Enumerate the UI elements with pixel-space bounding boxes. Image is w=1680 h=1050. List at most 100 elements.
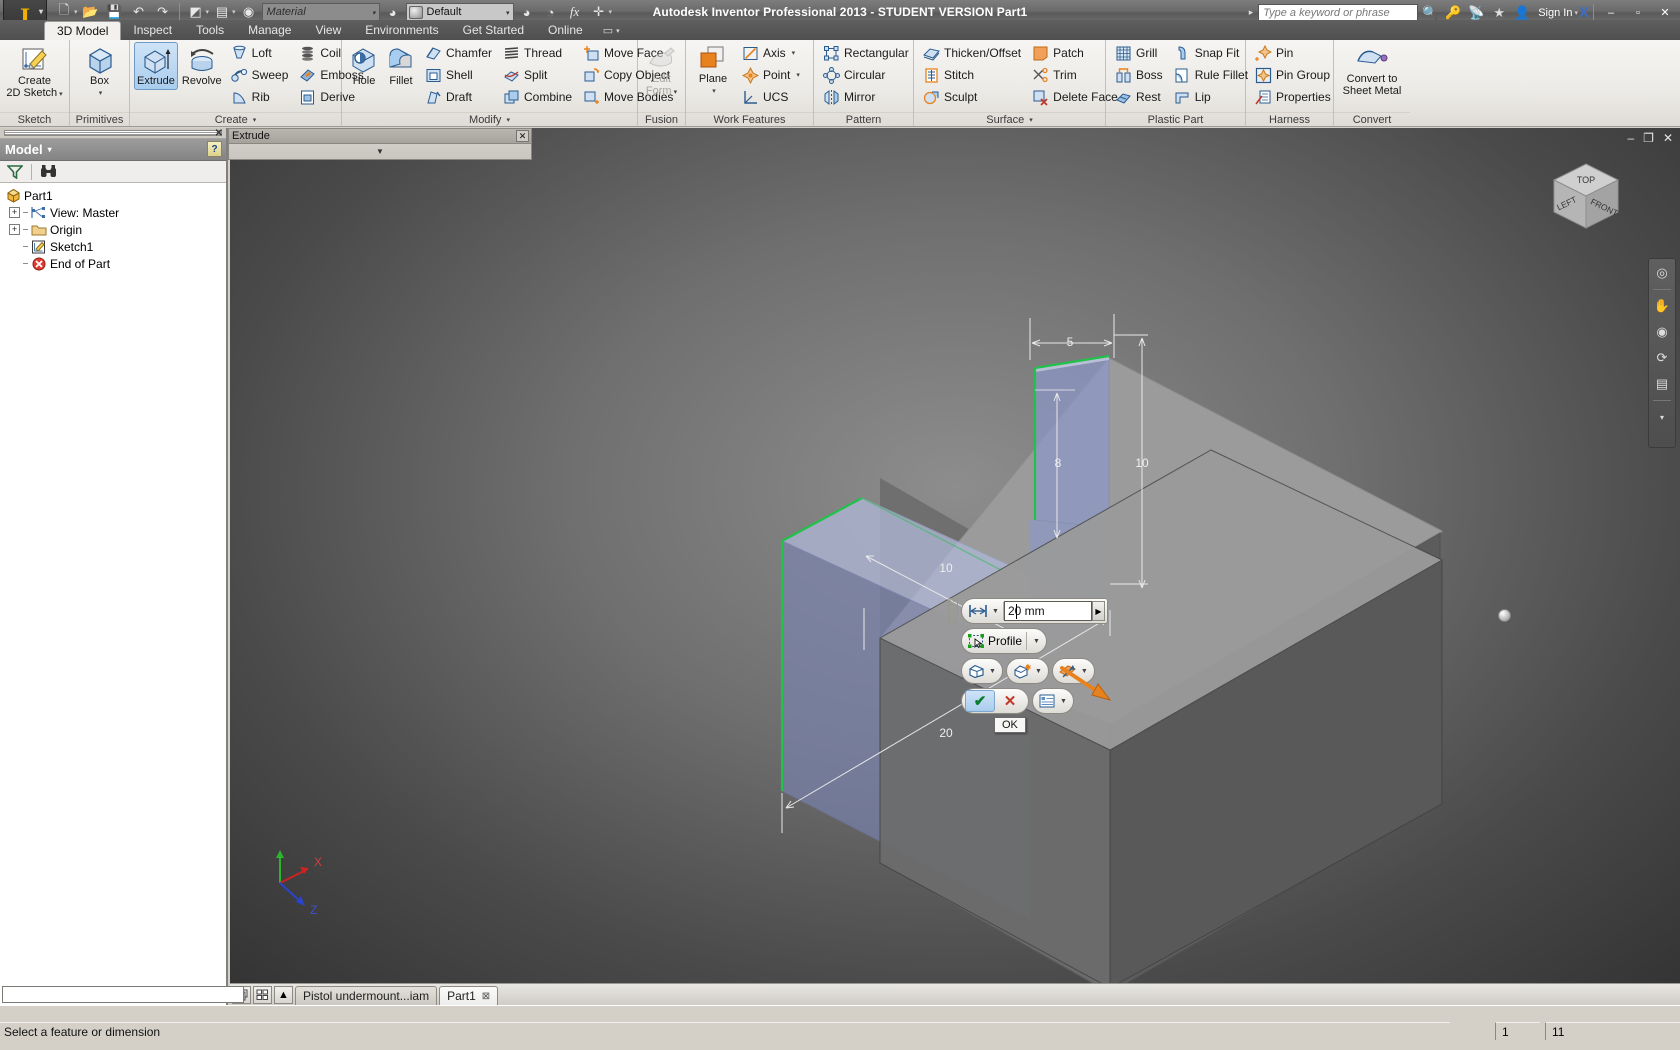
find-binoculars-icon[interactable] <box>37 162 59 181</box>
material-chevron-down-icon[interactable]: ▾ <box>372 9 376 17</box>
draft-button[interactable]: Draft <box>420 86 497 108</box>
distance-input[interactable]: 20 mm <box>1003 601 1092 621</box>
command-input-field[interactable] <box>2 986 244 1003</box>
loft-button[interactable]: Loft <box>226 42 294 64</box>
full-navigation-wheel-icon[interactable]: ◎ <box>1652 263 1672 283</box>
ribbon-display-options[interactable]: ▭ ▾ <box>603 24 620 40</box>
tab-get-started[interactable]: Get Started <box>451 21 536 40</box>
tab-manage[interactable]: Manage <box>236 21 303 40</box>
revolve-button[interactable]: Revolve <box>179 42 225 90</box>
rest-button[interactable]: Rest <box>1110 86 1168 108</box>
sign-in-link[interactable]: Sign In <box>1534 7 1576 19</box>
browser-grip[interactable]: ✕ <box>0 128 226 139</box>
view-cube[interactable]: TOP FRONT LEFT <box>1538 154 1634 246</box>
material-selector[interactable]: Material ▾ <box>261 3 380 21</box>
document-tab-part1[interactable]: Part1 ⊠ <box>439 986 499 1005</box>
ribbon-options-caret-icon[interactable]: ▾ <box>616 27 620 35</box>
distance-extent-dropdown-icon[interactable]: ▼ <box>992 608 999 615</box>
panel-title-modify[interactable]: Modify ▾ <box>342 112 637 126</box>
sculpt-button[interactable]: Sculpt <box>918 86 1026 108</box>
thicken-offset-button[interactable]: Thicken/Offset <box>918 42 1026 64</box>
solid-output-dropdown-icon[interactable]: ▼ <box>989 668 996 675</box>
tab-view[interactable]: View <box>303 21 353 40</box>
tab-scroll-up-button[interactable]: ▲ <box>274 986 293 1004</box>
look-at-icon[interactable]: ▤ <box>1652 374 1672 394</box>
split-button[interactable]: Split <box>498 64 577 86</box>
qat-customize-icon[interactable]: ▾ <box>609 8 613 16</box>
style-chevron-down-icon[interactable]: ▾ <box>506 9 510 17</box>
browser-chevron-down-icon[interactable]: ▾ <box>48 145 52 154</box>
stitch-button[interactable]: Stitch <box>918 64 1026 86</box>
tree-expander-origin[interactable]: + <box>9 224 20 235</box>
rib-button[interactable]: Rib <box>226 86 294 108</box>
panel-title-surface[interactable]: Surface ▾ <box>914 112 1105 126</box>
tab-tools[interactable]: Tools <box>184 21 236 40</box>
browser-title-bar[interactable]: Model ▾ ? <box>0 139 226 161</box>
extrude-drag-arrow-icon[interactable] <box>1058 662 1112 702</box>
search-input[interactable]: Type a keyword or phrase <box>1258 4 1419 21</box>
hole-button[interactable]: Hole <box>346 42 382 90</box>
box-button[interactable]: Box ▾ <box>74 42 125 102</box>
minimize-button[interactable]: – <box>1598 4 1624 21</box>
thread-button[interactable]: Thread <box>498 42 577 64</box>
document-tab-close-icon[interactable]: ⊠ <box>482 991 490 1002</box>
3d-viewport[interactable]: – ❐ ✕ TOP FRONT LEFT ◎ ✋ ◉ ⟳ ▤ ▾ 5 8 10 … <box>230 128 1680 983</box>
profile-chevron-down-icon[interactable]: ▼ <box>1033 638 1040 645</box>
axis-button[interactable]: Axis ▾ <box>737 42 805 64</box>
grill-button[interactable]: Grill <box>1110 42 1168 64</box>
style-selector[interactable]: Default ▾ <box>405 3 514 21</box>
new-file-dropdown-icon[interactable]: ▾ <box>74 8 78 16</box>
circular-pattern-button[interactable]: Circular <box>818 64 914 86</box>
edit-form-button[interactable]: Edit Form ▾ <box>642 42 681 101</box>
browser-help-icon[interactable]: ? <box>207 141 222 157</box>
tile-windows-button[interactable] <box>253 986 272 1004</box>
sweep-button[interactable]: Sweep <box>226 64 294 86</box>
boss-button[interactable]: Boss <box>1110 64 1168 86</box>
pin-button[interactable]: Pin <box>1250 42 1336 64</box>
solid-output-button[interactable]: ▼ <box>964 660 1000 682</box>
panel-title-create[interactable]: Create ▾ <box>130 112 341 126</box>
autodesk-exchange-icon[interactable]: X <box>1579 4 1589 21</box>
maximize-button[interactable]: ▫ <box>1625 4 1651 21</box>
properties-button[interactable]: Properties <box>1250 86 1336 108</box>
profile-dropdown-button[interactable]: ▼ <box>1027 630 1044 652</box>
shell-button[interactable]: Shell <box>420 64 497 86</box>
app-menu-caret-icon[interactable]: ▾ <box>39 7 43 16</box>
lip-button[interactable]: Lip <box>1169 86 1253 108</box>
close-button[interactable]: ✕ <box>1652 4 1678 21</box>
rectangular-pattern-button[interactable]: Rectangular <box>818 42 914 64</box>
rule-fillet-button[interactable]: Rule Fillet <box>1169 64 1253 86</box>
extrude-dialog-close-icon[interactable]: ✕ <box>516 130 529 142</box>
distance-extent-button[interactable]: ▼ <box>964 600 1003 622</box>
title-overflow-caret-icon[interactable]: ▸ <box>1249 7 1254 18</box>
viewport-close-icon[interactable]: ✕ <box>1659 131 1677 145</box>
combine-button[interactable]: Combine <box>498 86 577 108</box>
tab-inspect[interactable]: Inspect <box>121 21 184 40</box>
point-dropdown-icon[interactable]: ▾ <box>796 71 800 79</box>
profile-select-button[interactable]: Profile <box>964 630 1026 652</box>
mirror-button[interactable]: Mirror <box>818 86 914 108</box>
extruded-solid-model[interactable]: 5 8 10 10 20 X Z <box>230 128 1680 983</box>
mini-toolbar-grip[interactable] <box>948 598 958 624</box>
distance-spinner-button[interactable]: ▶ <box>1091 601 1105 621</box>
fillet-button[interactable]: Fillet <box>383 42 419 90</box>
convert-to-sheet-metal-button[interactable]: Convert to Sheet Metal <box>1338 42 1406 100</box>
extrude-dialog[interactable]: Extrude ✕ ▼ <box>228 128 532 160</box>
box-dropdown-icon[interactable]: ▾ <box>99 88 103 99</box>
tab-online[interactable]: Online <box>536 21 595 40</box>
tree-node-part1[interactable]: Part1 <box>4 187 226 204</box>
chamfer-button[interactable]: Chamfer <box>420 42 497 64</box>
ok-button[interactable]: ✔ <box>965 690 995 712</box>
plane-dropdown-icon[interactable]: ▾ <box>712 86 716 97</box>
extrude-dialog-collapse-icon[interactable]: ▼ <box>229 144 531 159</box>
plane-button[interactable]: Plane ▾ <box>690 42 736 100</box>
filter-icon[interactable] <box>4 162 26 181</box>
document-tab-pistol-undermount[interactable]: Pistol undermount...iam <box>295 986 438 1005</box>
ucs-button[interactable]: UCS <box>737 86 805 108</box>
sign-in-caret-icon[interactable]: ▾ <box>1574 9 1578 17</box>
ribbon-minimize-icon[interactable]: ▭ <box>603 24 613 37</box>
cancel-button[interactable]: ✕ <box>995 690 1025 712</box>
browser-close-icon[interactable]: ✕ <box>215 128 223 139</box>
appearance-dropdown-icon[interactable]: ▾ <box>206 8 210 16</box>
tree-node-sketch1[interactable]: Sketch1 <box>4 238 226 255</box>
